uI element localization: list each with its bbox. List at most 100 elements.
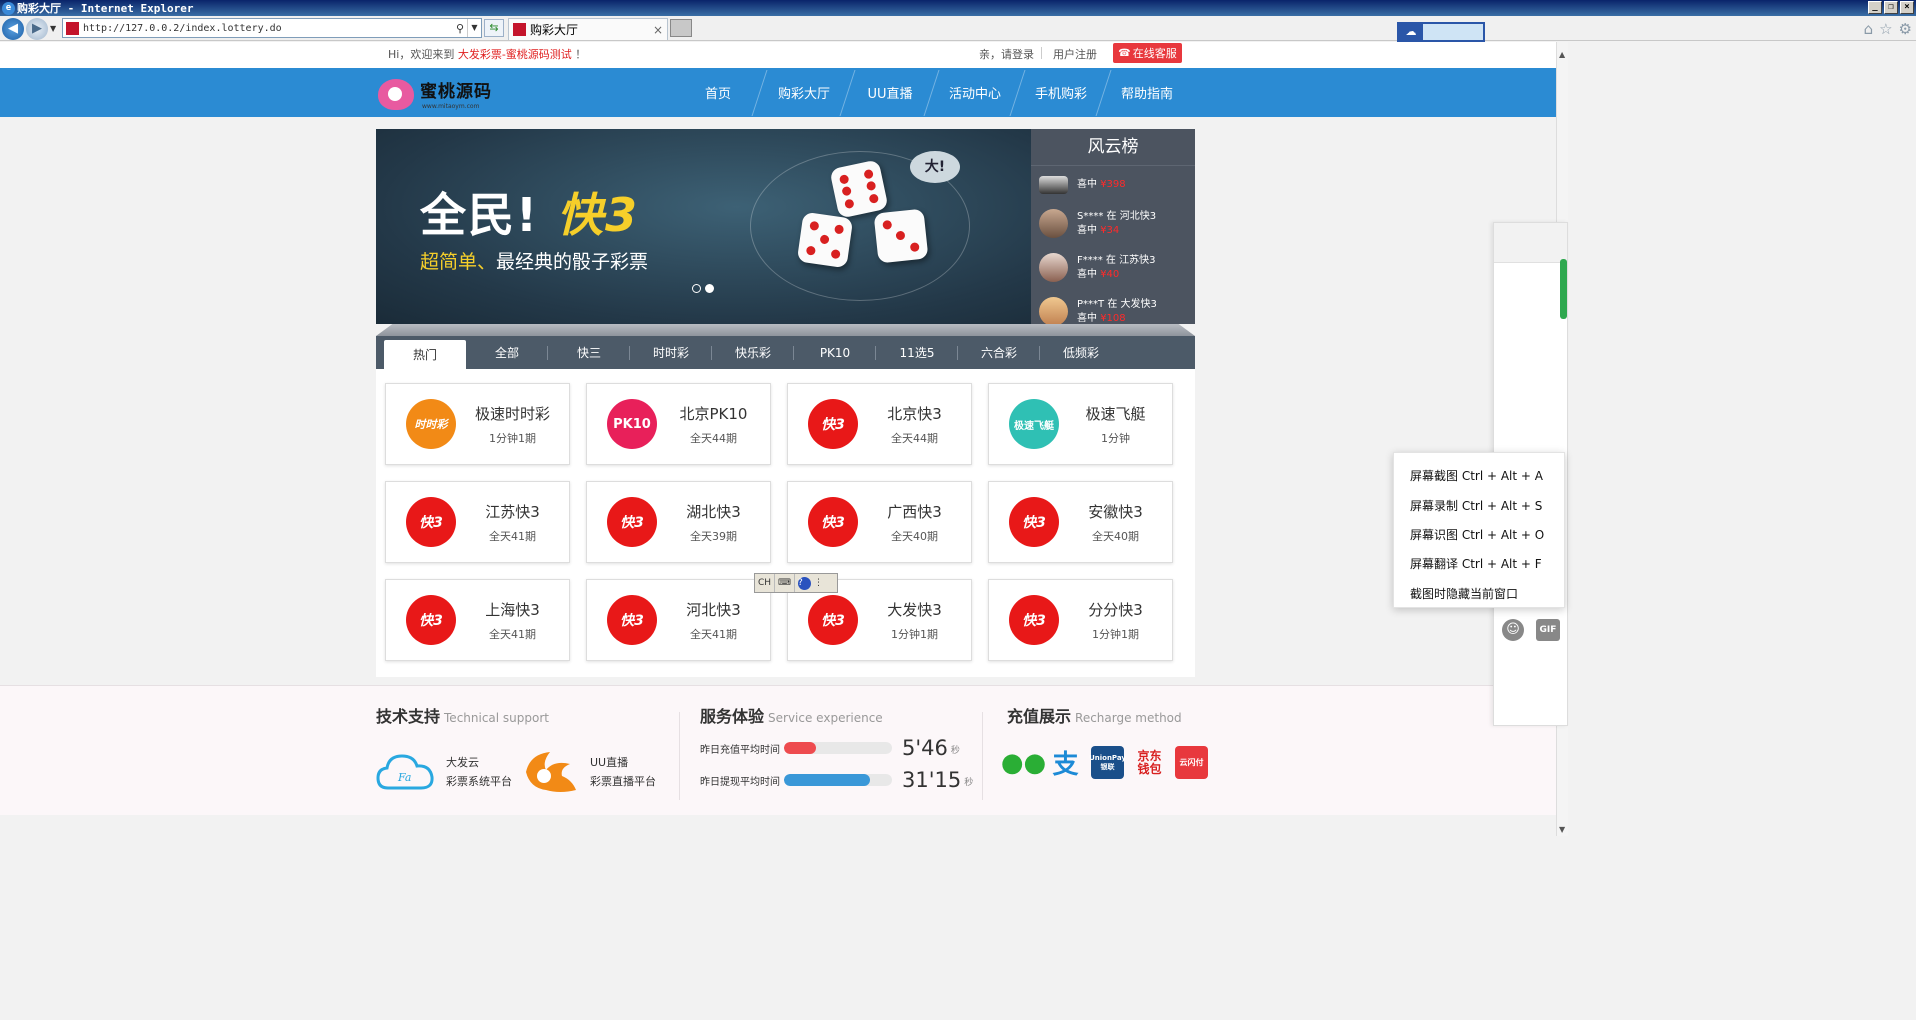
logo-text: 蜜桃源码 bbox=[420, 82, 492, 102]
tab-low-freq[interactable]: 低频彩 bbox=[1040, 336, 1122, 369]
keyboard-icon[interactable]: ⌨ bbox=[775, 574, 795, 592]
tab-11x5[interactable]: 11选5 bbox=[876, 336, 958, 369]
peach-logo-icon bbox=[378, 77, 414, 110]
tab-title: 购彩大厅 bbox=[530, 23, 579, 37]
ranking-item: S**** 在 河北快3 喜中 ¥34 bbox=[1039, 209, 1156, 238]
tab-ssc[interactable]: 时时彩 bbox=[630, 336, 712, 369]
partner-desc: 彩票系统平台 bbox=[446, 775, 512, 788]
ime-menu-icon[interactable]: ⋮ bbox=[814, 578, 823, 588]
service-heading-en: Service experience bbox=[768, 711, 883, 725]
menu-item-screenshot[interactable]: 屏幕截图 Ctrl + Alt + A bbox=[1394, 461, 1564, 490]
recharge-heading-en: Recharge method bbox=[1075, 711, 1182, 725]
close-window-button[interactable]: × bbox=[1900, 1, 1914, 14]
chat-panel-scrollbar[interactable] bbox=[1560, 259, 1567, 319]
restore-button[interactable]: ❐ bbox=[1884, 1, 1898, 14]
scroll-up-icon[interactable]: ▲ bbox=[1559, 50, 1565, 59]
tab-close-icon[interactable]: × bbox=[653, 23, 667, 37]
ranking-win-label: 喜中 bbox=[1077, 268, 1101, 280]
refresh-button[interactable]: ⇆ bbox=[484, 19, 504, 37]
tab-mark-six[interactable]: 六合彩 bbox=[958, 336, 1040, 369]
window-controls: _ ❐ × bbox=[1868, 1, 1914, 14]
game-period: 1分钟1期 bbox=[891, 627, 938, 641]
forward-button[interactable]: ▶ bbox=[26, 18, 48, 40]
tab-happy[interactable]: 快乐彩 bbox=[712, 336, 794, 369]
game-card[interactable]: 快3 广西快3 全天40期 bbox=[787, 481, 972, 563]
menu-item-screen-translate[interactable]: 屏幕翻译 Ctrl + Alt + F bbox=[1394, 549, 1564, 578]
game-card[interactable]: 快3 湖北快3 全天39期 bbox=[586, 481, 771, 563]
chat-panel-header bbox=[1494, 223, 1567, 263]
baidu-cloud-widget[interactable]: ☁ bbox=[1397, 22, 1485, 42]
game-name: 大发快3 bbox=[887, 600, 942, 619]
browser-toolbar: ◀ ▶ ▼ http://127.0.0.2/index.lottery.do … bbox=[0, 16, 1916, 42]
ime-mode-toggle[interactable]: CH bbox=[755, 574, 775, 592]
back-button[interactable]: ◀ bbox=[2, 18, 24, 40]
address-dropdown-icon[interactable]: ▼ bbox=[467, 19, 481, 37]
ime-toolbar[interactable]: CH ⌨ ? ⋮ bbox=[754, 573, 838, 593]
emoji-icon[interactable]: ☺ bbox=[1502, 619, 1524, 641]
nav-mobile[interactable]: 手机购彩 bbox=[1018, 68, 1104, 117]
browser-tab[interactable]: 购彩大厅 × bbox=[508, 18, 668, 40]
gear-icon[interactable]: ⚙ bbox=[1899, 20, 1912, 38]
logo-subtext: www.mitaoym.com bbox=[422, 103, 480, 110]
stat-label: 昨日提现平均时间 bbox=[700, 776, 780, 788]
footer-divider bbox=[982, 712, 983, 800]
ranking-user: S**** 在 河北快3 bbox=[1077, 210, 1157, 222]
address-url[interactable]: http://127.0.0.2/index.lottery.do bbox=[83, 23, 453, 34]
game-card[interactable]: 极速飞艇 极速飞艇 1分钟 bbox=[988, 383, 1173, 465]
game-period: 1分钟1期 bbox=[1092, 627, 1139, 641]
carousel-dot[interactable] bbox=[692, 284, 701, 293]
tab-pk10[interactable]: PK10 bbox=[794, 336, 876, 369]
site-logo[interactable]: 蜜桃源码 www.mitaoym.com bbox=[378, 77, 492, 110]
carousel-dot-active[interactable] bbox=[705, 284, 714, 293]
address-bar[interactable]: http://127.0.0.2/index.lottery.do ⚲ ▼ bbox=[62, 18, 482, 38]
home-icon[interactable]: ⌂ bbox=[1864, 20, 1874, 38]
tab-k3[interactable]: 快三 bbox=[548, 336, 630, 369]
history-dropdown-icon[interactable]: ▼ bbox=[50, 24, 56, 33]
promo-banner[interactable]: 全民! 快3 超简单、最经典的骰子彩票 大! bbox=[376, 129, 1032, 324]
game-card[interactable]: PK10 北京PK10 全天44期 bbox=[586, 383, 771, 465]
ranking-item: P***T 在 大发快3 喜中 ¥108 bbox=[1039, 297, 1157, 324]
tab-all[interactable]: 全部 bbox=[466, 336, 548, 369]
avatar bbox=[1039, 253, 1068, 282]
favorites-star-icon[interactable]: ☆ bbox=[1879, 20, 1892, 38]
game-name: 极速飞艇 bbox=[1085, 404, 1146, 423]
welcome-prefix: Hi，欢迎来到 bbox=[388, 48, 458, 61]
game-card[interactable]: 快3 上海快3 全天41期 bbox=[385, 579, 570, 661]
game-card[interactable]: 快3 江苏快3 全天41期 bbox=[385, 481, 570, 563]
nav-help[interactable]: 帮助指南 bbox=[1104, 68, 1190, 117]
register-link[interactable]: 用户注册 bbox=[1053, 46, 1097, 62]
die-image bbox=[873, 208, 929, 264]
pk10-logo-icon: PK10 bbox=[607, 399, 657, 449]
help-icon[interactable]: ? bbox=[798, 576, 811, 590]
tab-hot[interactable]: 热门 bbox=[384, 340, 466, 369]
game-name: 广西快3 bbox=[887, 502, 942, 521]
wechat-pay-icon: ●● bbox=[1000, 747, 1047, 778]
login-link[interactable]: 亲，请登录 bbox=[979, 46, 1034, 62]
partner-dafa-cloud[interactable]: Fa 大发云 彩票系统平台 bbox=[376, 750, 512, 794]
partner-uu-live[interactable]: UU直播 彩票直播平台 bbox=[520, 750, 656, 794]
game-card[interactable]: 时时彩 极速时时彩 1分钟1期 bbox=[385, 383, 570, 465]
screenshot-context-menu: 屏幕截图 Ctrl + Alt + A 屏幕录制 Ctrl + Alt + S … bbox=[1393, 452, 1565, 608]
online-service-button[interactable]: ☎ 在线客服 bbox=[1113, 43, 1182, 63]
nav-uu-live[interactable]: UU直播 bbox=[848, 68, 932, 117]
game-card[interactable]: 快3 河北快3 全天41期 bbox=[586, 579, 771, 661]
menu-item-screen-record[interactable]: 屏幕录制 Ctrl + Alt + S bbox=[1394, 490, 1564, 519]
nav-lottery-hall[interactable]: 购彩大厅 bbox=[760, 68, 848, 117]
game-card[interactable]: 快3 分分快3 1分钟1期 bbox=[988, 579, 1173, 661]
nav-activities[interactable]: 活动中心 bbox=[932, 68, 1018, 117]
game-name: 安徽快3 bbox=[1088, 502, 1143, 521]
banner-title-accent: 快3 bbox=[557, 188, 640, 242]
gif-icon[interactable]: GIF bbox=[1536, 619, 1560, 641]
search-icon[interactable]: ⚲ bbox=[453, 22, 467, 35]
new-tab-button[interactable] bbox=[670, 19, 692, 37]
game-name: 北京快3 bbox=[887, 404, 942, 423]
nav-home[interactable]: 首页 bbox=[676, 68, 760, 117]
speedboat-logo-icon: 极速飞艇 bbox=[1009, 399, 1059, 449]
minimize-button[interactable]: _ bbox=[1868, 1, 1882, 14]
menu-item-screen-ocr[interactable]: 屏幕识图 Ctrl + Alt + O bbox=[1394, 520, 1564, 549]
menu-item-hide-window[interactable]: 截图时隐藏当前窗口 bbox=[1394, 579, 1564, 608]
game-card[interactable]: 快3 安徽快3 全天40期 bbox=[988, 481, 1173, 563]
scroll-down-icon[interactable]: ▼ bbox=[1559, 825, 1565, 834]
site-name-link[interactable]: 大发彩票-蜜桃源码测试 bbox=[458, 48, 572, 61]
game-card[interactable]: 快3 北京快3 全天44期 bbox=[787, 383, 972, 465]
